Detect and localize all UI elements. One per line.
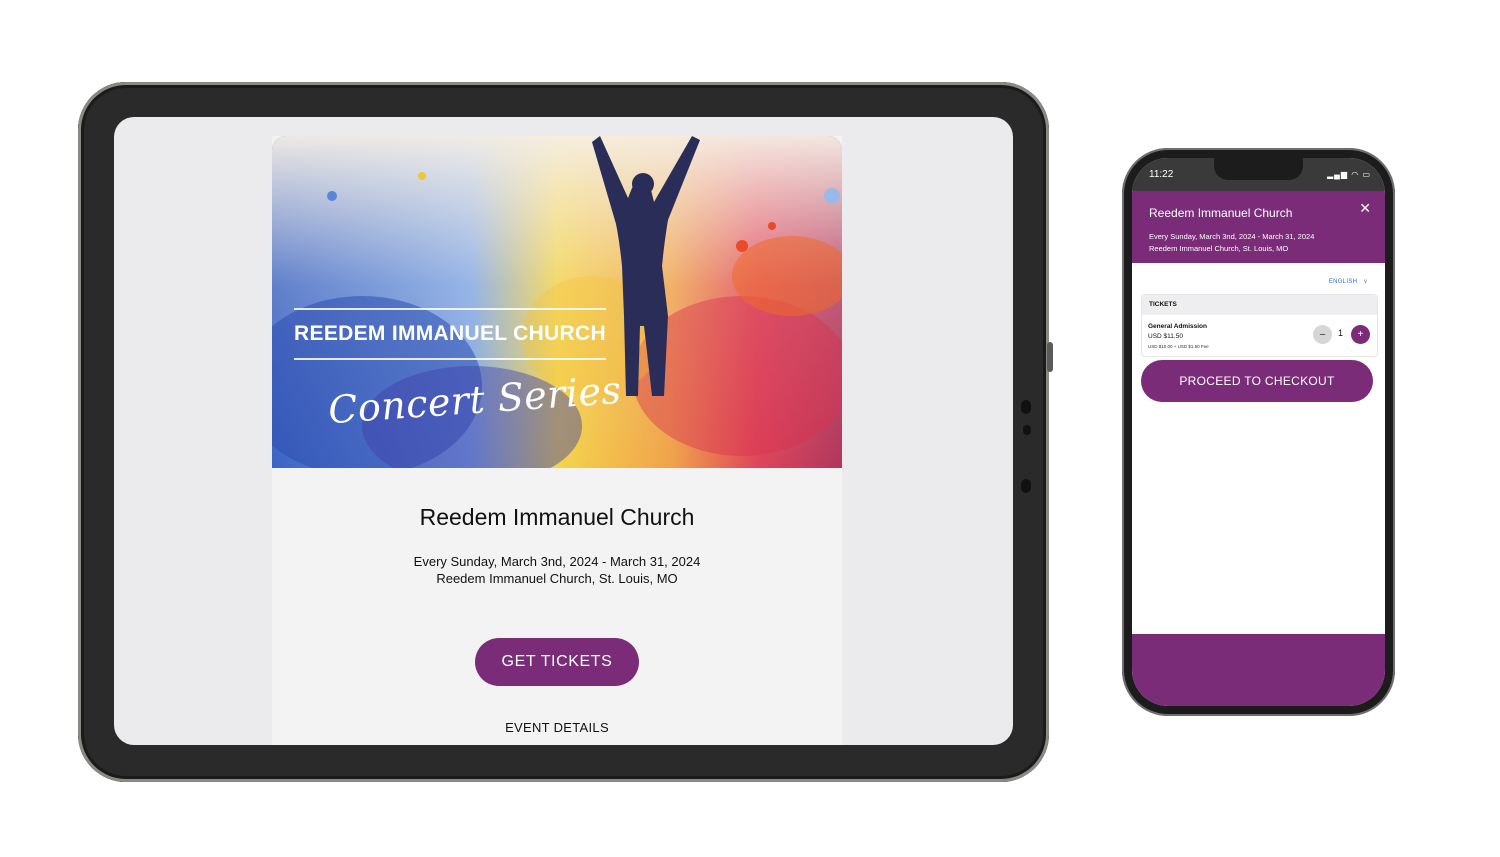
tablet-camera: [1021, 400, 1031, 414]
checkout-event-location: Reedem Immanuel Church, St. Louis, MO: [1149, 244, 1289, 253]
battery-icon: ▭: [1362, 170, 1371, 179]
banner-top-rule: [294, 308, 606, 310]
event-location: Reedem Immanuel Church, St. Louis, MO: [436, 571, 678, 586]
get-tickets-button[interactable]: GET TICKETS: [475, 638, 639, 686]
ticket-fee-note: USD $10.00 + USD $1.50 Fee: [1148, 344, 1209, 349]
wifi-icon: ◠: [1351, 170, 1360, 179]
ticket-name: General Admission: [1148, 323, 1207, 330]
event-banner: REEDEM IMMANUEL CHURCH Concert Series: [272, 136, 842, 468]
minus-icon: −: [1319, 328, 1326, 341]
event-page: REEDEM IMMANUEL CHURCH Concert Series Re…: [272, 136, 842, 745]
tablet-sensor-2: [1021, 479, 1031, 493]
tablet-screen: REEDEM IMMANUEL CHURCH Concert Series Re…: [114, 117, 1013, 745]
chevron-down-icon: ∨: [1363, 279, 1368, 285]
checkout-event-title: Reedem Immanuel Church: [1149, 206, 1293, 220]
status-bar: 11:22 ▂▄▆ ◠ ▭: [1132, 158, 1385, 191]
event-details-link[interactable]: EVENT DETAILS: [272, 720, 842, 735]
language-label: ENGLISH: [1328, 279, 1358, 285]
tablet-device: REEDEM IMMANUEL CHURCH Concert Series Re…: [78, 82, 1053, 782]
status-time: 11:22: [1149, 169, 1174, 180]
banner-bottom-rule: [294, 358, 606, 360]
checkout-event-dates: Every Sunday, March 3nd, 2024 - March 31…: [1149, 232, 1315, 241]
increase-quantity-button[interactable]: +: [1351, 325, 1370, 344]
event-dates: Every Sunday, March 3nd, 2024 - March 31…: [413, 554, 701, 569]
language-selector[interactable]: ENGLISH ∨: [1329, 278, 1368, 285]
tickets-panel: TICKETS General Admission USD $11.50 USD…: [1141, 294, 1378, 357]
plus-icon: +: [1357, 329, 1364, 340]
checkout-footer: [1132, 634, 1385, 706]
tickets-heading: TICKETS: [1149, 301, 1177, 308]
phone-notch: [1214, 158, 1303, 180]
tablet-sensor: [1023, 425, 1031, 435]
decrease-quantity-button[interactable]: −: [1313, 325, 1332, 344]
banner-title: REEDEM IMMANUEL CHURCH: [294, 322, 606, 345]
proceed-to-checkout-button[interactable]: PROCEED TO CHECKOUT: [1141, 360, 1373, 402]
tickets-heading-bar: TICKETS: [1142, 295, 1377, 315]
event-title: Reedem Immanuel Church: [419, 504, 695, 530]
close-icon[interactable]: ✕: [1359, 200, 1371, 217]
tablet-side-button: [1047, 342, 1053, 372]
phone-screen: 11:22 ▂▄▆ ◠ ▭ Reedem Immanuel Church Eve…: [1132, 158, 1385, 706]
ticket-quantity: 1: [1338, 328, 1344, 338]
ticket-price: USD $11.50: [1148, 333, 1183, 340]
status-icons: ▂▄▆ ◠ ▭: [1327, 170, 1371, 179]
checkout-header: Reedem Immanuel Church Every Sunday, Mar…: [1132, 191, 1385, 263]
phone-device: 11:22 ▂▄▆ ◠ ▭ Reedem Immanuel Church Eve…: [1122, 148, 1395, 716]
signal-icon: ▂▄▆: [1327, 170, 1348, 179]
